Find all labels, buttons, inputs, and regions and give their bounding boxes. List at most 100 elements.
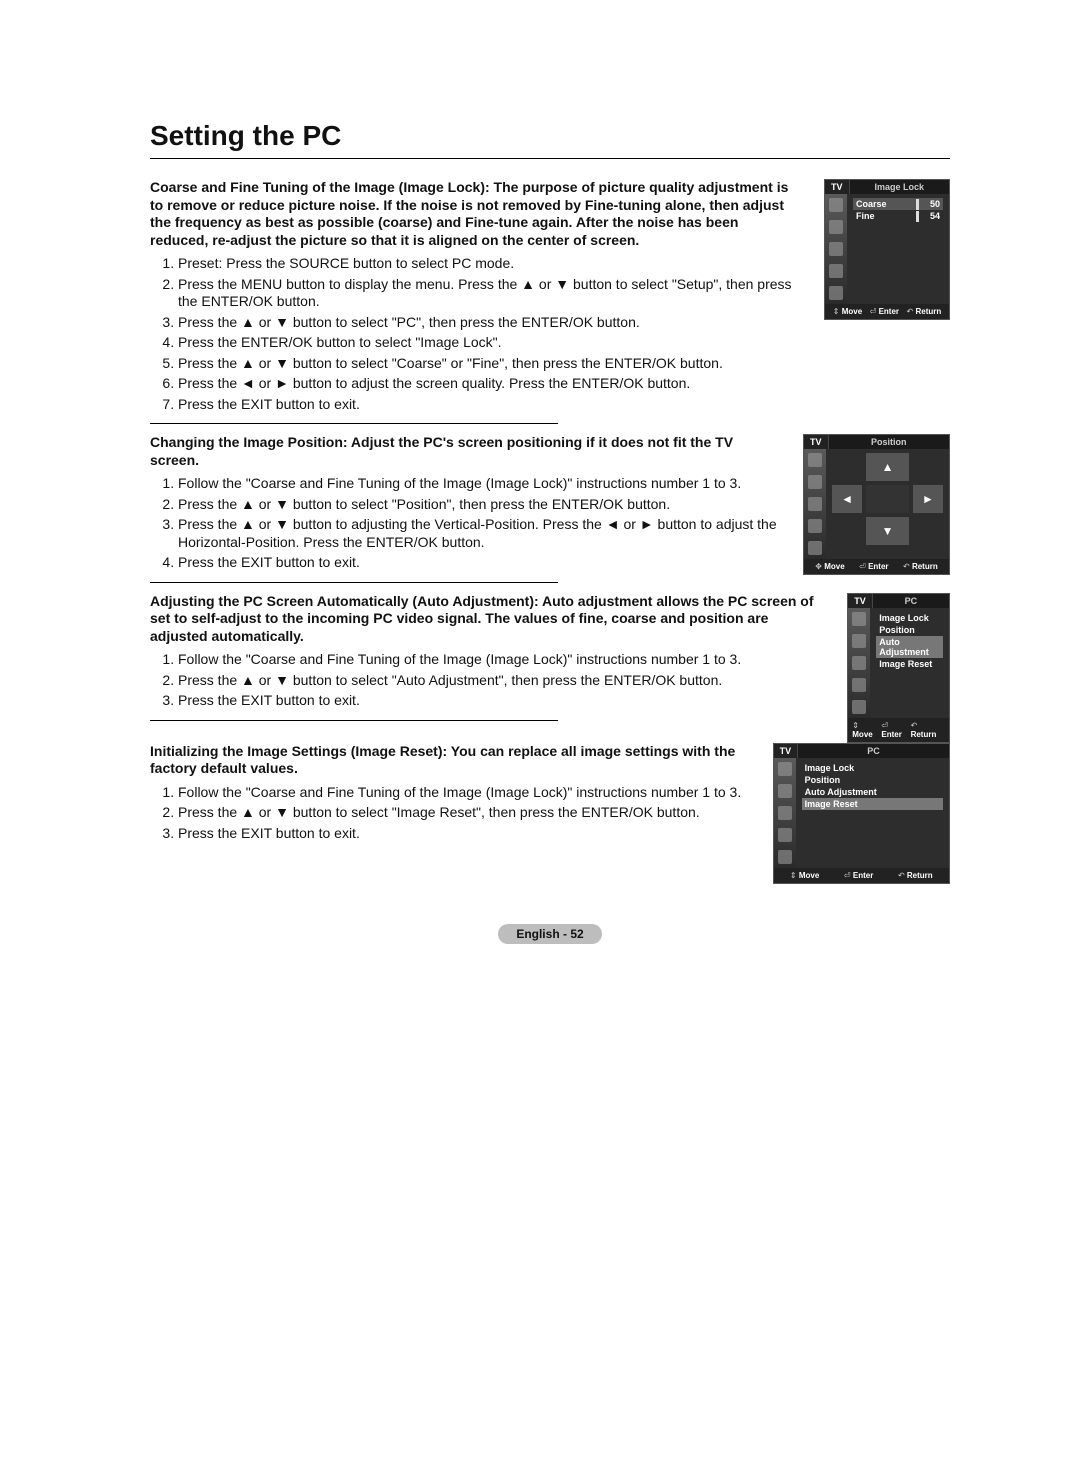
position-pad: ▲ ◄ ► ▼ <box>832 453 943 545</box>
sound-icon <box>808 475 822 489</box>
osd-pc-auto: TV PC Image Lock Position Auto Adjustmen… <box>847 593 950 743</box>
setup-icon <box>778 828 792 842</box>
menu-item-image-lock[interactable]: Image Lock <box>876 612 943 624</box>
position-center <box>866 485 909 513</box>
lead-image-reset: Initializing the Image Settings (Image R… <box>150 743 749 778</box>
hint-enter: ⏎ Enter <box>844 871 873 880</box>
osd-tv-label: TV <box>774 744 799 758</box>
section-divider <box>150 423 558 424</box>
menu-item-auto-adjustment[interactable]: Auto Adjustment <box>876 636 943 658</box>
hint-move: ✥ Move <box>815 562 844 571</box>
osd-position: TV Position ▲ ◄ ► ▼ ✥ Move <box>803 434 950 575</box>
channel-icon <box>778 806 792 820</box>
menu-item-image-reset[interactable]: Image Reset <box>802 798 943 810</box>
hint-return: ↶ Return <box>907 307 942 316</box>
hint-enter: ⏎ Enter <box>859 562 888 571</box>
arrow-right-icon[interactable]: ► <box>913 485 943 513</box>
step: Press the ▲ or ▼ button to select "Auto … <box>178 672 823 690</box>
osd-title-text: PC <box>873 594 949 608</box>
lead-auto-adjust: Adjusting the PC Screen Automatically (A… <box>150 593 823 646</box>
page-title: Setting the PC <box>150 120 950 152</box>
input-icon <box>778 850 792 864</box>
step: Press the ▲ or ▼ button to select "Coars… <box>178 355 800 373</box>
fine-value: 54 <box>922 211 940 221</box>
sound-icon <box>852 634 866 648</box>
step: Press the MENU button to display the men… <box>178 276 800 311</box>
step: Press the EXIT button to exit. <box>178 396 800 414</box>
step: Follow the "Coarse and Fine Tuning of th… <box>178 651 823 669</box>
hint-return: ↶ Return <box>898 871 933 880</box>
osd-row-coarse[interactable]: Coarse 50 <box>853 198 943 210</box>
coarse-label: Coarse <box>856 199 910 209</box>
arrow-down-icon[interactable]: ▼ <box>866 517 909 545</box>
hint-return: ↶ Return <box>903 562 938 571</box>
step: Press the ◄ or ► button to adjust the sc… <box>178 375 800 393</box>
setup-icon <box>829 264 843 278</box>
picture-icon <box>829 198 843 212</box>
step: Press the EXIT button to exit. <box>178 825 749 843</box>
menu-item-position[interactable]: Position <box>876 624 943 636</box>
step: Preset: Press the SOURCE button to selec… <box>178 255 800 273</box>
osd-footer: ✥ Move ⏎ Enter ↶ Return <box>804 559 949 574</box>
osd-row-fine[interactable]: Fine 54 <box>853 210 943 222</box>
menu-item-image-lock[interactable]: Image Lock <box>802 762 943 774</box>
osd-tv-label: TV <box>848 594 873 608</box>
page-footer: English - 52 <box>150 924 950 944</box>
hint-move: ⇕ Move <box>852 721 881 739</box>
osd-pc-menu: Image Lock Position Auto Adjustment Imag… <box>870 608 949 718</box>
steps-image-lock: Preset: Press the SOURCE button to selec… <box>150 255 800 413</box>
hint-enter: ⏎ Enter <box>870 307 899 316</box>
steps-position: Follow the "Coarse and Fine Tuning of th… <box>150 475 779 572</box>
step: Press the ▲ or ▼ button to adjusting the… <box>178 516 779 551</box>
osd-tv-label: TV <box>825 180 850 194</box>
lead-position: Changing the Image Position: Adjust the … <box>150 434 779 469</box>
step: Press the ▲ or ▼ button to select "PC", … <box>178 314 800 332</box>
step: Press the ENTER/OK button to select "Ima… <box>178 334 800 352</box>
arrow-up-icon[interactable]: ▲ <box>866 453 909 481</box>
osd-footer: ⇕ Move ⏎ Enter ↶ Return <box>774 868 949 883</box>
osd-sidebar <box>825 194 847 304</box>
section-image-lock: Coarse and Fine Tuning of the Image (Ima… <box>150 179 950 434</box>
picture-icon <box>778 762 792 776</box>
picture-icon <box>808 453 822 467</box>
section-divider <box>150 720 558 721</box>
osd-title-text: PC <box>798 744 949 758</box>
step: Press the EXIT button to exit. <box>178 554 779 572</box>
osd-image-lock: TV Image Lock Coarse 50 Fine <box>824 179 950 320</box>
lead-image-lock: Coarse and Fine Tuning of the Image (Ima… <box>150 179 800 249</box>
channel-icon <box>808 497 822 511</box>
page-number: English - 52 <box>498 924 601 944</box>
section-auto-adjustment: Adjusting the PC Screen Automatically (A… <box>150 593 950 743</box>
hint-move: ⇕ Move <box>833 307 862 316</box>
step: Press the EXIT button to exit. <box>178 692 823 710</box>
osd-pc-menu: Image Lock Position Auto Adjustment Imag… <box>796 758 949 868</box>
channel-icon <box>852 656 866 670</box>
steps-auto-adjust: Follow the "Coarse and Fine Tuning of th… <box>150 651 823 710</box>
input-icon <box>829 286 843 300</box>
osd-title-text: Position <box>829 435 949 449</box>
sound-icon <box>778 784 792 798</box>
osd-title-text: Image Lock <box>850 180 949 194</box>
input-icon <box>808 541 822 555</box>
step: Press the ▲ or ▼ button to select "Posit… <box>178 496 779 514</box>
step: Follow the "Coarse and Fine Tuning of th… <box>178 784 749 802</box>
osd-sidebar <box>848 608 870 718</box>
osd-footer: ⇕ Move ⏎ Enter ↶ Return <box>848 718 949 742</box>
menu-item-image-reset[interactable]: Image Reset <box>876 658 943 670</box>
section-divider <box>150 582 558 583</box>
coarse-value: 50 <box>922 199 940 209</box>
arrow-left-icon[interactable]: ◄ <box>832 485 862 513</box>
osd-sidebar <box>804 449 826 559</box>
title-divider <box>150 158 950 159</box>
hint-enter: ⏎ Enter <box>881 721 910 739</box>
setup-icon <box>808 519 822 533</box>
osd-footer: ⇕ Move ⏎ Enter ↶ Return <box>825 304 949 319</box>
menu-item-position[interactable]: Position <box>802 774 943 786</box>
step: Press the ▲ or ▼ button to select "Image… <box>178 804 749 822</box>
hint-move: ⇕ Move <box>790 871 819 880</box>
menu-item-auto-adjustment[interactable]: Auto Adjustment <box>802 786 943 798</box>
fine-label: Fine <box>856 211 910 221</box>
sound-icon <box>829 220 843 234</box>
hint-return: ↶ Return <box>911 721 945 739</box>
section-image-reset: Initializing the Image Settings (Image R… <box>150 743 950 884</box>
